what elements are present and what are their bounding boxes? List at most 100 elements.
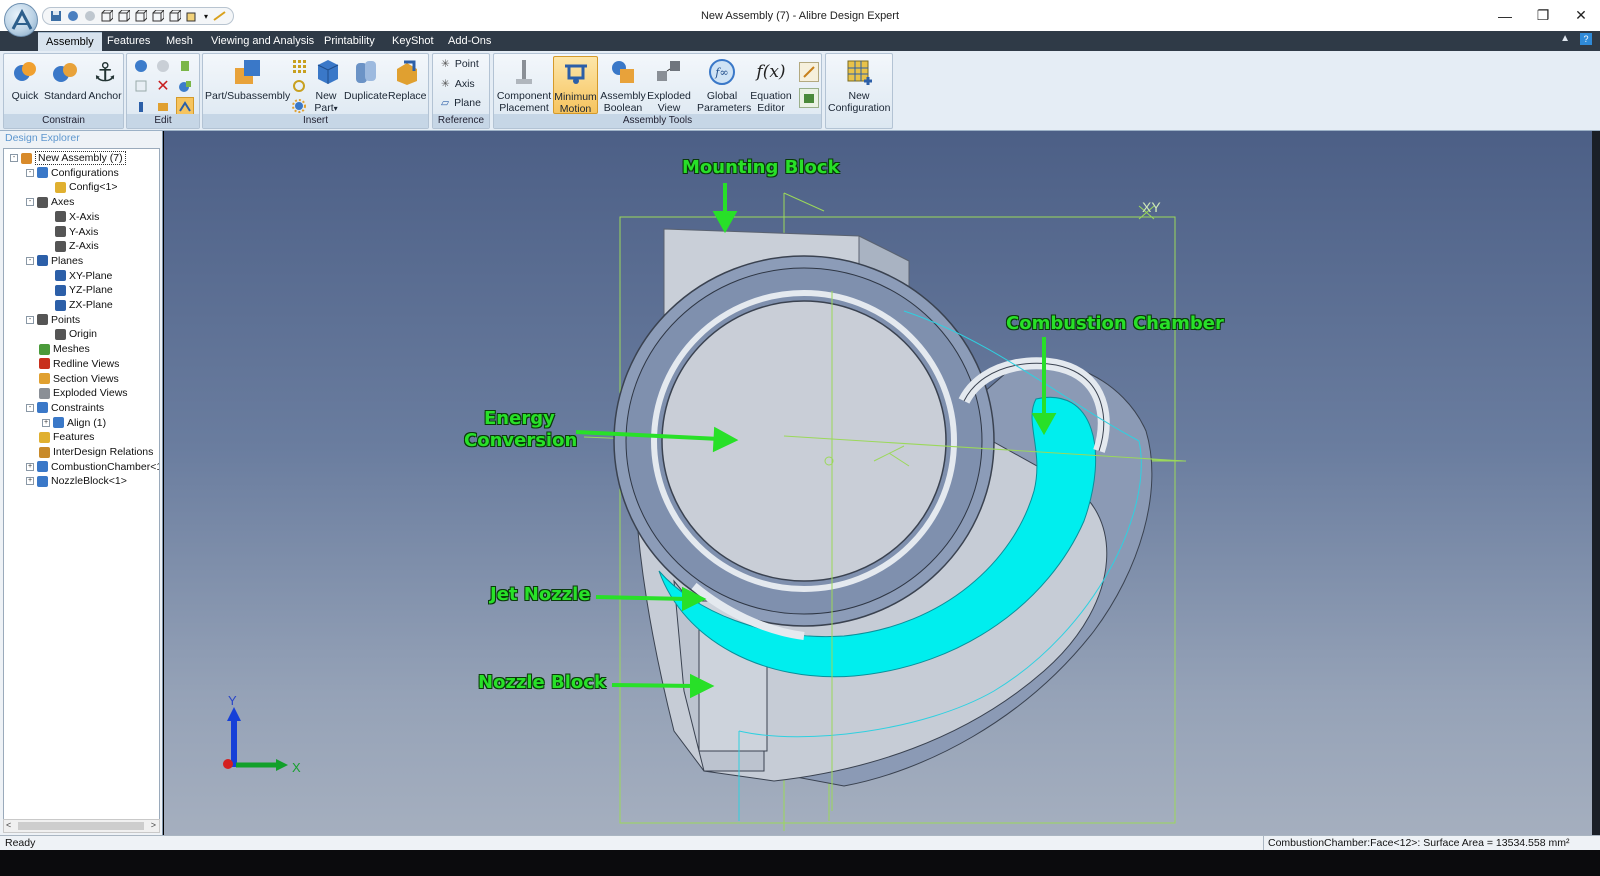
new-part-icon (311, 56, 343, 88)
assembly-boolean-button[interactable]: Assembly Boolean (600, 56, 646, 114)
tree-node[interactable]: Origin (42, 327, 97, 341)
app-logo[interactable] (4, 3, 38, 37)
expand-icon[interactable]: + (26, 462, 34, 471)
tree-node[interactable]: + CombustionChamber<1> (26, 460, 159, 474)
tab-mesh[interactable]: Mesh (158, 32, 201, 51)
edit-blank-icon[interactable] (132, 77, 150, 95)
tree-node[interactable]: YZ-Plane (42, 283, 113, 297)
close-button[interactable]: ✕ (1562, 0, 1600, 31)
minimum-motion-icon (560, 57, 592, 89)
gear-icon[interactable] (290, 97, 308, 115)
tree-node[interactable]: InterDesign Relations (26, 445, 153, 459)
tree-node[interactable]: X-Axis (42, 210, 99, 224)
replace-button[interactable]: Replace (388, 56, 427, 102)
tree-node[interactable]: Config<1> (42, 180, 117, 194)
pattern-icon[interactable] (290, 57, 308, 75)
expand-icon[interactable]: + (42, 418, 50, 427)
tree-node[interactable]: + NozzleBlock<1> (26, 474, 127, 488)
reference-axis-button[interactable]: ✳ Axis (441, 78, 475, 90)
edit-blue-icon[interactable] (132, 57, 150, 75)
reference-point-button[interactable]: ✳ Point (441, 58, 479, 70)
global-parameters-button[interactable]: f∞ Global Parameters (697, 56, 751, 114)
info-icon[interactable] (132, 97, 150, 115)
circular-pattern-icon[interactable] (290, 77, 308, 95)
tab-printability[interactable]: Printability (316, 32, 383, 51)
tab-add-ons[interactable]: Add-Ons (440, 32, 499, 51)
tree-node[interactable]: - Planes (26, 254, 83, 268)
rotor-disk[interactable] (661, 300, 947, 582)
minimum-motion-button[interactable]: Minimum Motion (553, 56, 598, 115)
edit-gray-icon[interactable] (154, 57, 172, 75)
tree-node[interactable]: - New Assembly (7) (10, 151, 126, 165)
model-scene[interactable]: XY Y X (164, 131, 1592, 835)
minimize-button[interactable]: — (1486, 0, 1524, 31)
collapse-icon[interactable]: - (26, 198, 34, 207)
assembly-tool-small-icon-2[interactable] (799, 88, 819, 108)
collapse-ribbon-icon[interactable]: ▲ (1560, 33, 1570, 45)
tree-node-label: Exploded Views (53, 387, 128, 400)
component-placement-button[interactable]: Component Placement (496, 56, 552, 114)
part-subassembly-button[interactable]: Part/Subassembly (205, 56, 290, 102)
collapse-icon[interactable]: - (26, 403, 34, 412)
tree-node[interactable]: Section Views (26, 372, 119, 386)
tab-features[interactable]: Features (99, 32, 158, 51)
tab-assembly[interactable]: Assembly (38, 32, 102, 51)
assembly-tool-small-icon-1[interactable] (799, 62, 819, 82)
tree-node[interactable]: ZX-Plane (42, 298, 113, 312)
axes-icon (37, 196, 48, 208)
exploded-view-button[interactable]: Exploded View (647, 56, 691, 114)
tab-keyshot[interactable]: KeyShot (384, 32, 442, 51)
part-icon (37, 475, 48, 487)
equation-editor-button[interactable]: f(x) Equation Editor (748, 56, 794, 115)
restore-button[interactable]: ❐ (1524, 0, 1562, 31)
part-subassembly-icon (231, 56, 263, 88)
design-tree[interactable]: - New Assembly (7) - Configurations Config<1… (3, 148, 160, 828)
anchor-button[interactable]: ⚓ Anchor (88, 56, 122, 102)
tree-node[interactable]: - Configurations (26, 166, 119, 180)
expand-icon[interactable]: + (26, 477, 34, 486)
3d-viewport[interactable]: XY Y X Mounting Block Combustion Chamber… (164, 131, 1592, 835)
tree-node[interactable]: Exploded Views (26, 386, 128, 400)
tree-node[interactable]: XY-Plane (42, 269, 112, 283)
new-configuration-button[interactable]: New Configuration (828, 56, 890, 114)
tree-node[interactable]: Redline Views (26, 357, 119, 371)
tree-node[interactable]: - Axes (26, 195, 74, 209)
plane-icon (55, 284, 66, 296)
duplicate-button[interactable]: Duplicate (344, 56, 388, 102)
tree-node[interactable]: Y-Axis (42, 225, 98, 239)
help-icon[interactable]: ? (1580, 33, 1592, 45)
quick-constrain-button[interactable]: Quick (8, 56, 42, 102)
tree-node[interactable]: + Align (1) (42, 416, 106, 430)
scrollbar-thumb[interactable] (18, 822, 144, 830)
global-parameters-icon: f∞ (706, 56, 738, 88)
edit-green-icon[interactable] (176, 57, 194, 75)
tree-node[interactable]: - Constraints (26, 401, 104, 415)
tree-node-label: Configurations (51, 166, 119, 179)
new-part-button[interactable]: New Part▾ (311, 56, 341, 115)
hand-icon[interactable] (154, 97, 172, 115)
edit-highlighted-icon[interactable] (176, 97, 194, 115)
edit-blue-green-icon[interactable] (176, 77, 194, 95)
tree-node[interactable]: - Points (26, 313, 80, 327)
tab-viewing-and-analysis[interactable]: Viewing and Analysis (203, 32, 322, 51)
plane-icon (55, 270, 66, 282)
scroll-left-icon[interactable]: < (6, 820, 11, 830)
tree-node[interactable]: Meshes (26, 342, 90, 356)
collapse-icon[interactable]: - (26, 256, 34, 265)
tree-node-label: Points (51, 313, 81, 326)
tree-node[interactable]: Z-Axis (42, 239, 99, 253)
tree-node-label: Redline Views (53, 357, 120, 370)
tree-horizontal-scrollbar[interactable]: < > (3, 819, 160, 833)
reference-plane-button[interactable]: ▱ Plane (441, 97, 481, 109)
tree-node[interactable]: Features (26, 430, 94, 444)
collapse-icon[interactable]: - (26, 315, 34, 324)
nozzle-block-callout: Nozzle Block (478, 672, 606, 693)
scroll-right-icon[interactable]: > (151, 820, 156, 830)
delete-icon[interactable]: ✕ (154, 77, 172, 95)
collapse-icon[interactable]: - (10, 154, 18, 162)
window-controls: — ❐ ✕ (1486, 0, 1600, 31)
collapse-icon[interactable]: - (26, 168, 34, 177)
standard-constrain-button[interactable]: Standard (44, 56, 87, 102)
plane-icon: ▱ (441, 97, 450, 109)
tree-node-label: YZ-Plane (69, 284, 113, 297)
